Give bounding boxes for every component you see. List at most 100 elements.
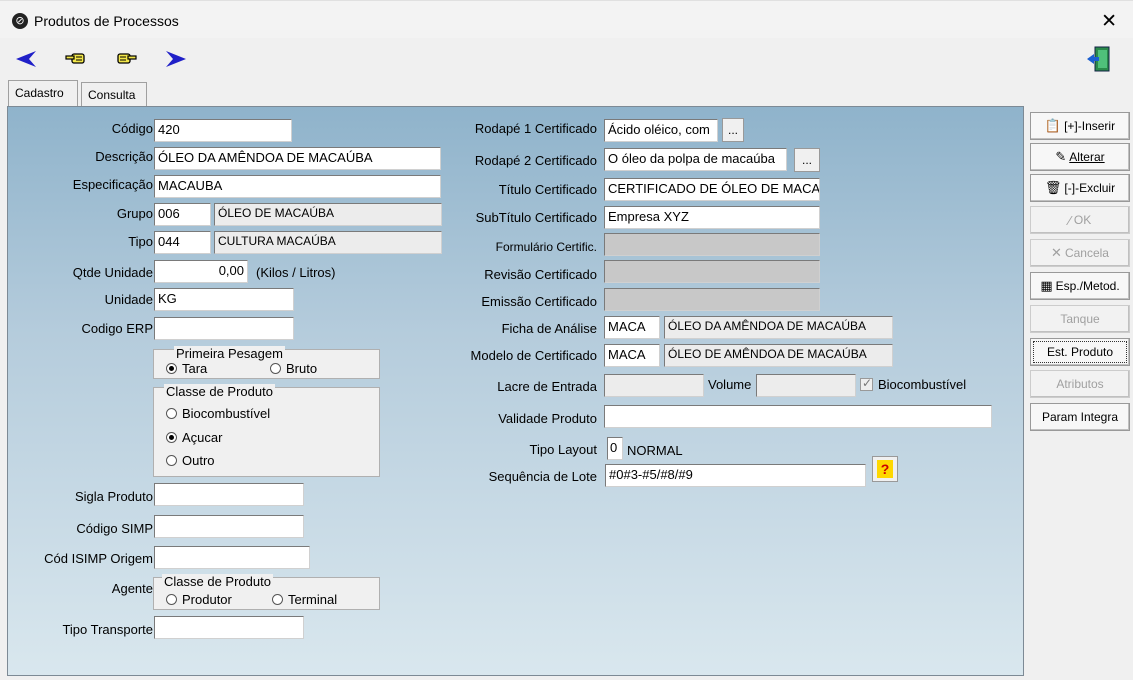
- codigo-erp-label: Codigo ERP: [81, 321, 153, 336]
- title-bar: ⊘ Produtos de Processos ✕: [0, 0, 1133, 38]
- especificacao-label: Especificação: [72, 177, 153, 192]
- lacre-entrada-field: [604, 374, 704, 397]
- tipo-code-field[interactable]: 044: [154, 231, 211, 254]
- close-icon[interactable]: ✕: [1101, 10, 1117, 33]
- radio-acucar-label: Açucar: [182, 430, 223, 445]
- cancela-button[interactable]: ✕ Cancela: [1030, 239, 1130, 267]
- exit-door-icon[interactable]: [1085, 44, 1115, 74]
- cod-isimp-field[interactable]: [154, 546, 310, 569]
- radio-acucar-indicator[interactable]: [166, 432, 177, 443]
- rodape1-browse-button[interactable]: ...: [722, 118, 744, 142]
- subtitulo-certificado-field[interactable]: Empresa XYZ: [604, 206, 820, 229]
- param-integra-button[interactable]: Param Integra: [1030, 403, 1130, 431]
- unidade-label: Unidade: [104, 292, 153, 307]
- codigo-simp-field[interactable]: [154, 515, 304, 538]
- tab-cadastro[interactable]: Cadastro: [8, 80, 78, 106]
- toolbar: [0, 40, 1133, 80]
- codigo-simp-label: Código SIMP: [76, 521, 153, 536]
- radio-acucar[interactable]: Açucar: [166, 430, 222, 445]
- tipo-label: Tipo: [128, 234, 153, 249]
- radio-biocombustivel-indicator[interactable]: [166, 408, 177, 419]
- radio-bruto-indicator[interactable]: [270, 363, 281, 374]
- radio-biocombustivel[interactable]: Biocombustível: [166, 406, 270, 421]
- est-produto-button[interactable]: Est. Produto: [1030, 338, 1130, 366]
- primeira-pesagem-title: Primeira Pesagem: [174, 346, 285, 361]
- pointing-hand-right-icon[interactable]: [112, 48, 142, 74]
- radio-terminal-indicator[interactable]: [272, 594, 283, 605]
- excluir-label: [-]-Excluir: [1064, 181, 1116, 195]
- grupo-label: Grupo: [116, 206, 153, 221]
- codigo-field[interactable]: 420: [154, 119, 292, 142]
- sigla-produto-field[interactable]: [154, 483, 304, 506]
- tipo-layout-field[interactable]: 0: [607, 437, 623, 460]
- validade-produto-field[interactable]: [604, 405, 992, 428]
- unidade-field[interactable]: KG: [154, 288, 294, 311]
- radio-bruto[interactable]: Bruto: [270, 361, 317, 376]
- ficha-analise-code-field[interactable]: MACA: [604, 316, 660, 339]
- next-arrow-icon[interactable]: [162, 48, 192, 74]
- radio-outro[interactable]: Outro: [166, 453, 215, 468]
- rodape1-field[interactable]: Ácido oléico, com: [604, 119, 718, 142]
- radio-terminal-label: Terminal: [288, 592, 338, 607]
- radio-tara[interactable]: Tara: [166, 361, 207, 376]
- qtde-unidade-label: Qtde Unidade: [72, 265, 153, 280]
- biocombustivel-check-indicator[interactable]: [860, 376, 873, 391]
- rodape1-label: Rodapé 1 Certificado: [474, 121, 597, 136]
- formulario-certific-field: [604, 233, 820, 256]
- param-integra-label: Param Integra: [1041, 410, 1119, 424]
- radio-biocombustivel-label: Biocombustível: [182, 406, 271, 421]
- titulo-certificado-field[interactable]: CERTIFICADO DE ÓLEO DE MACA: [604, 178, 820, 201]
- classe-produto-group: Classe de Produto Biocombustível Açucar …: [153, 384, 380, 477]
- cancela-label: Cancela: [1064, 246, 1109, 260]
- radio-tara-indicator[interactable]: [166, 363, 177, 374]
- cancel-x-icon: ✕: [1051, 245, 1062, 260]
- atributos-button[interactable]: Atributos: [1030, 370, 1130, 398]
- formulario-certific-label: Formulário Certific.: [495, 240, 597, 254]
- inserir-button[interactable]: 📋 [+]-Inserir: [1030, 112, 1130, 140]
- ok-button[interactable]: ⁄ OK: [1030, 206, 1130, 234]
- biocombustivel-checkbox[interactable]: Biocombustível: [860, 376, 966, 392]
- sequencia-lote-field[interactable]: #0#3-#5/#8/#9: [605, 464, 866, 487]
- codigo-erp-field[interactable]: [154, 317, 294, 340]
- modelo-certificado-label: Modelo de Certificado: [470, 348, 597, 363]
- tanque-button[interactable]: Tanque: [1030, 305, 1130, 333]
- agente-group-title: Classe de Produto: [162, 574, 273, 589]
- especificacao-field[interactable]: MACAUBA: [154, 175, 441, 198]
- radio-produtor-label: Produtor: [182, 592, 232, 607]
- sequencia-help-button[interactable]: ?: [872, 456, 898, 482]
- esp-metod-button[interactable]: ▦ Esp./Metod.: [1030, 272, 1130, 300]
- alterar-label: Alterar: [1069, 150, 1105, 164]
- tipo-transporte-field[interactable]: [154, 616, 304, 639]
- emissao-certificado-field: [604, 288, 820, 311]
- pointing-hand-left-icon[interactable]: [64, 48, 94, 74]
- radio-outro-indicator[interactable]: [166, 455, 177, 466]
- radio-produtor[interactable]: Produtor: [166, 592, 232, 607]
- alterar-button[interactable]: ✎ Alterar: [1030, 143, 1130, 171]
- app-icon: ⊘: [12, 13, 28, 29]
- tab-consulta[interactable]: Consulta: [81, 82, 147, 106]
- action-sidebar: 📋 [+]-Inserir ✎ Alterar 🗑 [-]-Excluir ⁄ …: [1026, 106, 1133, 680]
- insert-record-icon: 📋: [1044, 118, 1062, 133]
- cadastro-panel: Código 420 Descrição ÓLEO DA AMÊNDOA DE …: [7, 106, 1024, 676]
- qtde-unidade-field[interactable]: 0,00: [154, 260, 248, 283]
- modelo-certificado-code-field[interactable]: MACA: [604, 344, 660, 367]
- radio-terminal[interactable]: Terminal: [272, 592, 337, 607]
- agente-label: Agente: [111, 581, 153, 596]
- previous-arrow-icon[interactable]: [14, 48, 44, 74]
- radio-produtor-indicator[interactable]: [166, 594, 177, 605]
- grupo-code-field[interactable]: 006: [154, 203, 211, 226]
- descricao-label: Descrição: [95, 149, 153, 164]
- titulo-certificado-label: Título Certificado: [498, 182, 597, 197]
- revisao-certificado-field: [604, 260, 820, 283]
- rodape2-label: Rodapé 2 Certificado: [474, 153, 597, 168]
- excluir-button[interactable]: 🗑 [-]-Excluir: [1030, 174, 1130, 202]
- primeira-pesagem-group: Primeira Pesagem Tara Bruto: [153, 346, 380, 379]
- lacre-entrada-label: Lacre de Entrada: [497, 379, 597, 394]
- descricao-field[interactable]: ÓLEO DA AMÊNDOA DE MACAÚBA: [154, 147, 441, 170]
- atributos-label: Atributos: [1056, 377, 1104, 391]
- rodape2-field[interactable]: O óleo da polpa de macaúba: [604, 148, 787, 171]
- rodape2-browse-button[interactable]: ...: [794, 148, 820, 172]
- modelo-certificado-desc-field: ÓLEO DE AMÊNDOA DE MACAÚBA: [664, 344, 893, 367]
- esp-metod-label: Esp./Metod.: [1055, 279, 1120, 293]
- tipo-layout-desc: NORMAL: [627, 443, 683, 458]
